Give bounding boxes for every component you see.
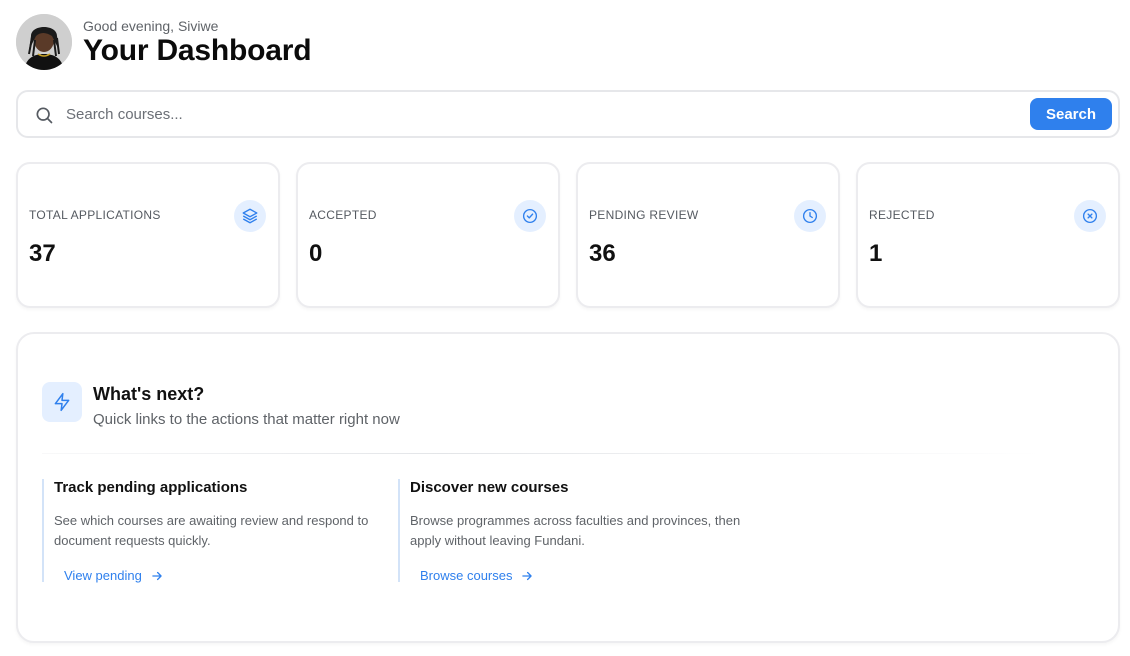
stat-card-total-applications: TOTAL APPLICATIONS 37 bbox=[16, 162, 280, 308]
avatar[interactable] bbox=[16, 14, 72, 70]
search-button[interactable]: Search bbox=[1030, 98, 1112, 130]
check-circle-icon bbox=[514, 200, 546, 232]
quick-link-title: Discover new courses bbox=[410, 479, 569, 496]
page-header: Good evening, Siviwe Your Dashboard bbox=[16, 14, 312, 70]
arrow-right-icon bbox=[150, 569, 164, 583]
greeting-text: Good evening, Siviwe bbox=[83, 18, 219, 34]
quick-link-description: Browse programmes across faculties and p… bbox=[410, 513, 741, 548]
arrow-right-icon bbox=[520, 569, 534, 583]
whats-next-subtitle: Quick links to the actions that matter r… bbox=[93, 411, 400, 428]
lightning-icon bbox=[42, 382, 82, 422]
whats-next-card: What's next? Quick links to the actions … bbox=[16, 332, 1120, 643]
stat-value: 37 bbox=[29, 240, 56, 267]
page-title: Your Dashboard bbox=[83, 34, 312, 67]
clock-icon bbox=[794, 200, 826, 232]
quick-link-description: See which courses are awaiting review an… bbox=[54, 513, 369, 548]
layers-icon bbox=[234, 200, 266, 232]
view-pending-label: View pending bbox=[64, 568, 142, 583]
stat-label: TOTAL APPLICATIONS bbox=[29, 208, 161, 222]
stats-row: TOTAL APPLICATIONS 37 ACCEPTED 0 PENDING… bbox=[16, 162, 1120, 308]
stat-value: 0 bbox=[309, 240, 323, 267]
quick-link-discover-courses: Discover new courses Browse programmes a… bbox=[398, 479, 748, 583]
stat-card-accepted: ACCEPTED 0 bbox=[296, 162, 560, 308]
search-input[interactable] bbox=[66, 100, 1006, 128]
browse-courses-label: Browse courses bbox=[420, 568, 513, 583]
stat-label: PENDING REVIEW bbox=[589, 208, 699, 222]
divider bbox=[42, 453, 1042, 454]
search-bar: Search bbox=[16, 90, 1120, 138]
browse-courses-link[interactable]: Browse courses bbox=[420, 568, 534, 583]
view-pending-link[interactable]: View pending bbox=[64, 568, 164, 583]
x-circle-icon bbox=[1074, 200, 1106, 232]
stat-value: 36 bbox=[589, 240, 616, 267]
whats-next-title: What's next? bbox=[93, 384, 205, 404]
quick-link-title: Track pending applications bbox=[54, 479, 248, 496]
stat-card-pending-review: PENDING REVIEW 36 bbox=[576, 162, 840, 308]
stat-label: REJECTED bbox=[869, 208, 935, 222]
quick-link-track-pending: Track pending applications See which cou… bbox=[42, 479, 392, 583]
search-icon bbox=[34, 105, 54, 125]
stat-label: ACCEPTED bbox=[309, 208, 377, 222]
stat-value: 1 bbox=[869, 240, 883, 267]
stat-card-rejected: REJECTED 1 bbox=[856, 162, 1120, 308]
